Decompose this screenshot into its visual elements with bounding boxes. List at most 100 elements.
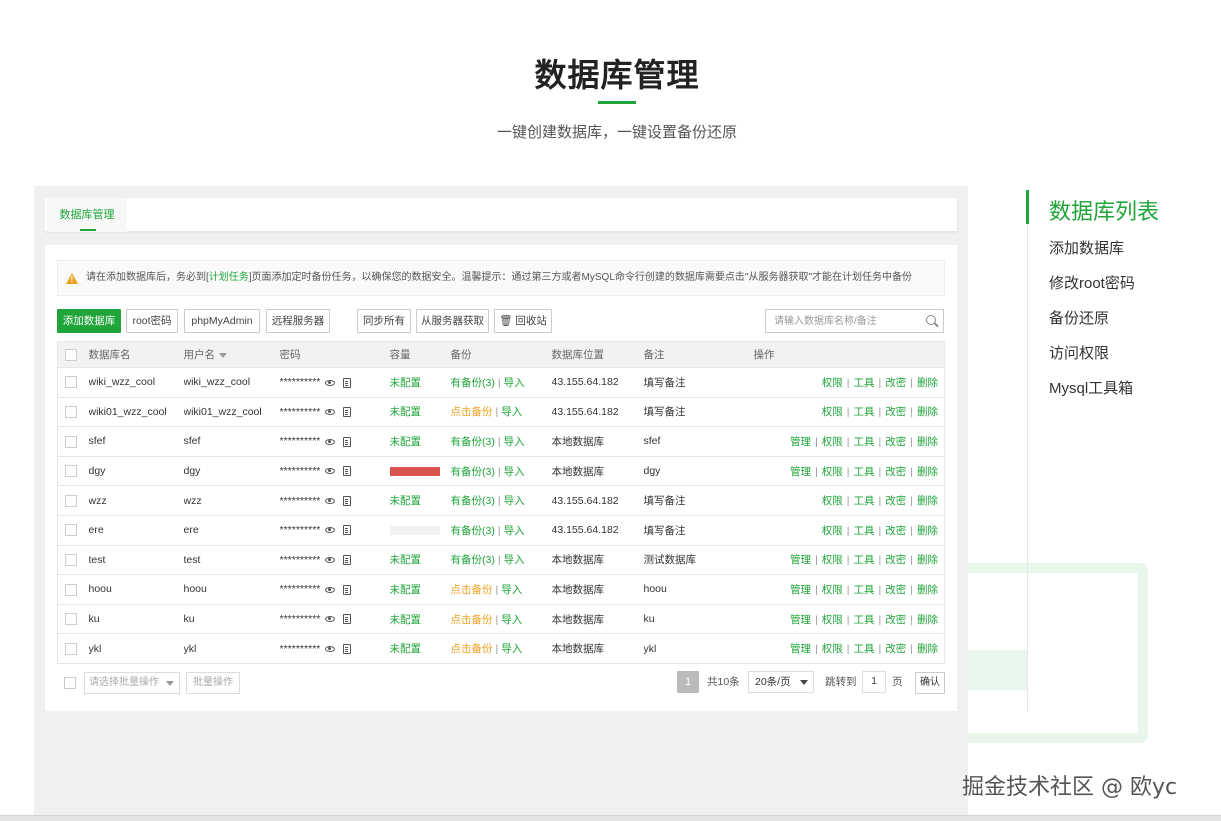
op-delete-link[interactable]: 删除 — [917, 614, 938, 626]
op-delete-link[interactable]: 删除 — [917, 643, 938, 655]
op-tools-link[interactable]: 工具 — [854, 643, 875, 655]
op-manage-link[interactable]: 管理 — [790, 643, 811, 655]
eye-icon[interactable] — [325, 379, 336, 386]
op-tools-link[interactable]: 工具 — [854, 377, 875, 389]
copy-icon[interactable] — [343, 584, 352, 595]
op-permission-link[interactable]: 权限 — [822, 495, 843, 507]
sidebar-item-add-db[interactable]: 添加数据库 — [1049, 237, 1124, 258]
import-link[interactable]: 导入 — [501, 643, 522, 655]
backup-link[interactable]: 有备份(3) — [451, 436, 495, 448]
op-change-password-link[interactable]: 改密 — [885, 584, 906, 596]
eye-icon[interactable] — [325, 438, 336, 445]
db-note[interactable]: 测试数据库 — [643, 545, 754, 576]
op-tools-link[interactable]: 工具 — [854, 466, 875, 478]
row-checkbox[interactable] — [65, 583, 77, 596]
op-change-password-link[interactable]: 改密 — [885, 377, 906, 389]
import-link[interactable]: 导入 — [501, 584, 522, 596]
op-change-password-link[interactable]: 改密 — [885, 466, 906, 478]
capacity-value[interactable]: 未配置 — [390, 584, 422, 596]
op-permission-link[interactable]: 权限 — [822, 554, 843, 566]
op-change-password-link[interactable]: 改密 — [885, 406, 906, 418]
db-note[interactable]: 填写备注 — [643, 367, 754, 398]
op-tools-link[interactable]: 工具 — [854, 525, 875, 537]
fetch-from-server-button[interactable]: 从服务器获取 — [416, 309, 489, 333]
sidebar-item-access[interactable]: 访问权限 — [1049, 342, 1109, 363]
op-delete-link[interactable]: 删除 — [917, 406, 938, 418]
op-change-password-link[interactable]: 改密 — [885, 525, 906, 537]
root-password-button[interactable]: root密码 — [126, 309, 178, 333]
op-manage-link[interactable]: 管理 — [790, 584, 811, 596]
copy-icon[interactable] — [343, 466, 352, 477]
row-checkbox[interactable] — [65, 376, 77, 389]
op-delete-link[interactable]: 删除 — [917, 436, 938, 448]
sidebar-item-root-password[interactable]: 修改root密码 — [1049, 272, 1135, 293]
op-delete-link[interactable]: 删除 — [917, 554, 938, 566]
search-input[interactable] — [772, 311, 922, 331]
copy-icon[interactable] — [343, 436, 352, 447]
backup-link[interactable]: 有备份(3) — [451, 554, 495, 566]
eye-icon[interactable] — [325, 527, 336, 534]
eye-icon[interactable] — [325, 616, 336, 623]
op-tools-link[interactable]: 工具 — [854, 495, 875, 507]
op-delete-link[interactable]: 删除 — [917, 584, 938, 596]
op-manage-link[interactable]: 管理 — [790, 466, 811, 478]
search-icon[interactable] — [926, 315, 936, 325]
page-jump-input[interactable]: 1 — [862, 671, 886, 693]
page-size-select[interactable]: 20条/页 — [748, 671, 814, 693]
import-link[interactable]: 导入 — [504, 554, 525, 566]
backup-link[interactable]: 点击备份 — [451, 406, 493, 418]
backup-link[interactable]: 点击备份 — [451, 584, 493, 596]
page-jump-confirm-button[interactable]: 确认 — [915, 672, 945, 694]
capacity-value[interactable]: 未配置 — [390, 495, 422, 507]
capacity-value[interactable]: 未配置 — [390, 406, 422, 418]
copy-icon[interactable] — [343, 555, 352, 566]
row-checkbox[interactable] — [65, 642, 77, 655]
import-link[interactable]: 导入 — [504, 495, 525, 507]
op-tools-link[interactable]: 工具 — [854, 406, 875, 418]
op-change-password-link[interactable]: 改密 — [885, 495, 906, 507]
op-delete-link[interactable]: 删除 — [917, 495, 938, 507]
backup-link[interactable]: 有备份(3) — [451, 495, 495, 507]
op-change-password-link[interactable]: 改密 — [885, 436, 906, 448]
db-note[interactable]: 填写备注 — [643, 485, 754, 516]
db-note[interactable]: 填写备注 — [643, 515, 754, 546]
op-permission-link[interactable]: 权限 — [822, 525, 843, 537]
backup-link[interactable]: 有备份(3) — [451, 377, 495, 389]
capacity-value[interactable]: 未配置 — [390, 377, 422, 389]
row-checkbox[interactable] — [65, 494, 77, 507]
footer-select-all-checkbox[interactable] — [64, 677, 76, 689]
batch-action-button[interactable]: 批量操作 — [186, 672, 240, 694]
capacity-value[interactable]: 未配置 — [390, 554, 422, 566]
capacity-value[interactable]: 未配置 — [390, 436, 422, 448]
copy-icon[interactable] — [343, 407, 352, 418]
backup-link[interactable]: 点击备份 — [451, 643, 493, 655]
import-link[interactable]: 导入 — [504, 436, 525, 448]
op-manage-link[interactable]: 管理 — [790, 614, 811, 626]
op-change-password-link[interactable]: 改密 — [885, 614, 906, 626]
copy-icon[interactable] — [343, 643, 352, 654]
op-permission-link[interactable]: 权限 — [822, 643, 843, 655]
op-permission-link[interactable]: 权限 — [822, 436, 843, 448]
sidebar-item-db-list[interactable]: 数据库列表 — [1049, 194, 1159, 226]
eye-icon[interactable] — [325, 557, 336, 564]
op-tools-link[interactable]: 工具 — [854, 614, 875, 626]
op-change-password-link[interactable]: 改密 — [885, 554, 906, 566]
capacity-value[interactable]: 未配置 — [390, 643, 422, 655]
op-delete-link[interactable]: 删除 — [917, 377, 938, 389]
op-permission-link[interactable]: 权限 — [822, 466, 843, 478]
op-manage-link[interactable]: 管理 — [790, 554, 811, 566]
op-delete-link[interactable]: 删除 — [917, 525, 938, 537]
backup-link[interactable]: 有备份(3) — [451, 466, 495, 478]
import-link[interactable]: 导入 — [501, 406, 522, 418]
eye-icon[interactable] — [325, 409, 336, 416]
copy-icon[interactable] — [343, 525, 352, 536]
notice-link-cron[interactable]: 计划任务 — [209, 272, 249, 283]
import-link[interactable]: 导入 — [504, 525, 525, 537]
op-tools-link[interactable]: 工具 — [854, 584, 875, 596]
recycle-bin-button[interactable]: 🗑 回收站 — [494, 309, 552, 333]
row-checkbox[interactable] — [65, 465, 77, 478]
row-checkbox[interactable] — [65, 613, 77, 626]
backup-link[interactable]: 有备份(3) — [451, 525, 495, 537]
sync-all-button[interactable]: 同步所有 — [357, 309, 411, 333]
eye-icon[interactable] — [325, 468, 336, 475]
